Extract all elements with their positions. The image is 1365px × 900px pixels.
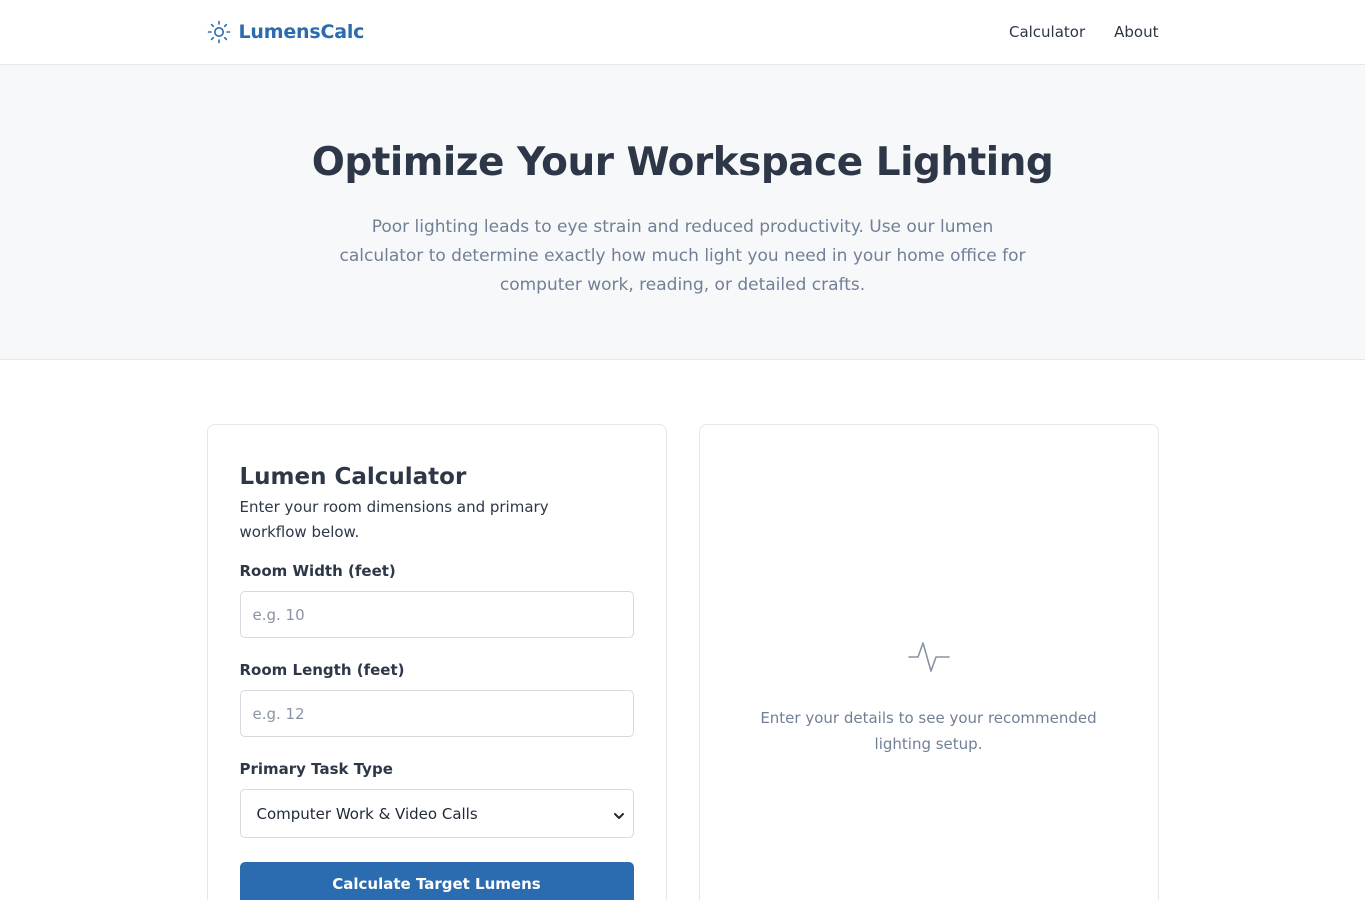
brand-logo-link[interactable]: LumensCalc — [207, 20, 365, 44]
room-width-label: Room Width (feet) — [239, 562, 396, 580]
room-length-label: Room Length (feet) — [239, 661, 405, 679]
sun-icon — [207, 20, 231, 44]
room-width-input[interactable] — [239, 591, 634, 638]
nav-container: LumensCalc Calculator About — [207, 0, 1159, 64]
nav-link-calculator[interactable]: Calculator — [1009, 23, 1085, 41]
result-card: Enter your details to see your recommend… — [698, 424, 1159, 900]
nav-link-about[interactable]: About — [1114, 23, 1158, 41]
brand-name: LumensCalc — [238, 21, 365, 43]
chevron-down-icon — [613, 807, 625, 819]
hero-subtitle: Poor lighting leads to eye strain and re… — [339, 217, 1026, 295]
task-type-selected-value: Computer Work & Video Calls — [256, 804, 478, 823]
task-type-select[interactable]: Computer Work & Video Calls — [239, 789, 634, 838]
top-navigation: LumensCalc Calculator About — [0, 0, 1365, 65]
result-empty-message: Enter your details to see your recommend… — [760, 709, 1097, 753]
task-type-label: Primary Task Type — [239, 760, 393, 778]
calculator-subtitle: Enter your room dimensions and primary w… — [239, 498, 549, 541]
hero-title: Optimize Your Workspace Lighting — [311, 140, 1054, 185]
calculator-card: Lumen Calculator Enter your room dimensi… — [206, 424, 667, 900]
nav-links: Calculator About — [1009, 23, 1159, 41]
main-content: Lumen Calculator Enter your room dimensi… — [206, 424, 1159, 900]
room-length-input[interactable] — [239, 690, 634, 737]
calculate-button[interactable]: Calculate Target Lumens — [239, 862, 634, 900]
calculator-title: Lumen Calculator — [239, 464, 467, 490]
hero-section: Optimize Your Workspace Lighting Poor li… — [0, 65, 1365, 360]
pulse-icon — [907, 635, 951, 679]
